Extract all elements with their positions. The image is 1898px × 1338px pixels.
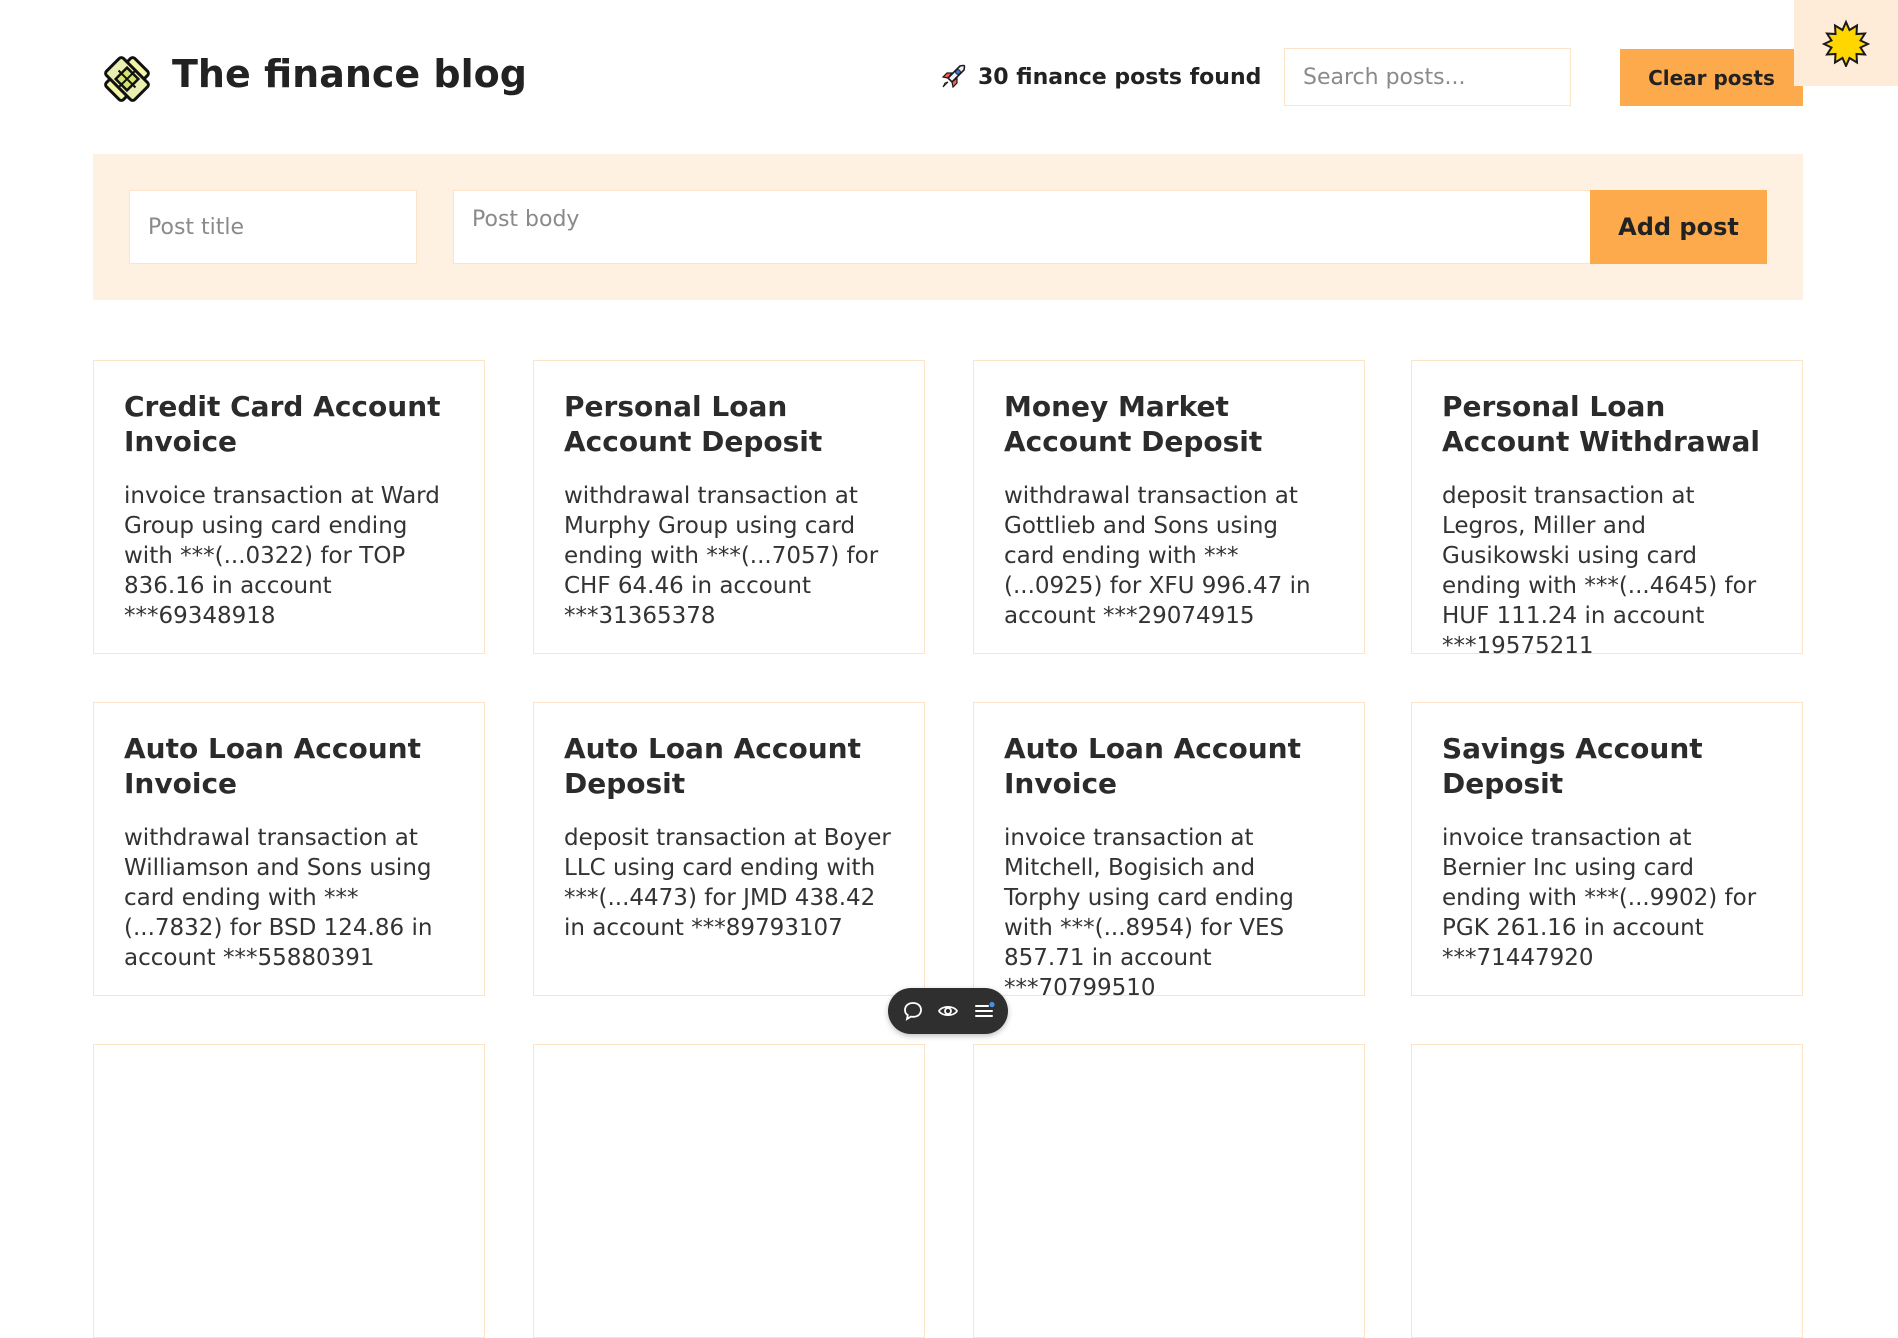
app-logo-icon[interactable] — [96, 48, 158, 110]
search-input[interactable] — [1284, 48, 1571, 106]
post-body: withdrawal transaction at Williamson and… — [124, 825, 433, 971]
post-body: invoice transaction at Ward Group using … — [124, 483, 440, 629]
add-post-button[interactable]: Add post — [1590, 190, 1767, 264]
post-title: Personal Loan Account Withdrawal — [1442, 390, 1761, 458]
header: The finance blog 30 finance posts found … — [0, 0, 1898, 150]
post-body: deposit transaction at Legros, Miller an… — [1442, 483, 1757, 659]
post-title: Money Market Account Deposit — [1004, 390, 1263, 458]
post-title: Personal Loan Account Deposit — [564, 390, 823, 458]
eye-icon[interactable] — [937, 1000, 959, 1022]
theme-toggle-button[interactable] — [1794, 0, 1898, 86]
post-body: invoice transaction at Bernier Inc using… — [1442, 825, 1757, 971]
post-card — [533, 1044, 925, 1338]
post-title: Auto Loan Account Deposit — [564, 732, 861, 800]
post-card: Savings Account Deposit invoice transact… — [1411, 702, 1803, 996]
post-card: Auto Loan Account Invoice invoice transa… — [973, 702, 1365, 1001]
post-title-input[interactable] — [129, 190, 417, 264]
chat-icon[interactable] — [902, 1000, 924, 1022]
post-card — [1411, 1044, 1803, 1338]
posts-found-text: 30 finance posts found — [978, 64, 1262, 90]
post-title: Auto Loan Account Invoice — [124, 732, 421, 800]
rocket-icon — [941, 64, 966, 89]
post-body: invoice transaction at Mitchell, Bogisic… — [1004, 825, 1294, 1001]
post-card: Personal Loan Account Deposit withdrawal… — [533, 360, 925, 654]
post-body: withdrawal transaction at Gottlieb and S… — [1004, 483, 1311, 629]
post-card: Auto Loan Account Invoice withdrawal tra… — [93, 702, 485, 996]
post-card — [973, 1044, 1365, 1338]
add-post-panel: Add post — [93, 154, 1803, 300]
post-body: withdrawal transaction at Murphy Group u… — [564, 483, 879, 629]
post-title: Credit Card Account Invoice — [124, 390, 441, 458]
menu-icon[interactable] — [973, 1000, 995, 1022]
post-card — [93, 1044, 485, 1338]
clear-posts-button[interactable]: Clear posts — [1620, 49, 1803, 106]
post-card: Credit Card Account Invoice invoice tran… — [93, 360, 485, 654]
post-card: Personal Loan Account Withdrawal deposit… — [1411, 360, 1803, 659]
sun-icon — [1822, 19, 1870, 67]
site-title: The finance blog — [172, 52, 527, 96]
floating-toolbar — [888, 988, 1008, 1034]
post-title: Auto Loan Account Invoice — [1004, 732, 1301, 800]
post-body: deposit transaction at Boyer LLC using c… — [564, 825, 891, 941]
posts-found-status: 30 finance posts found — [938, 62, 1261, 92]
post-body-input[interactable] — [453, 190, 1647, 264]
post-card: Auto Loan Account Deposit deposit transa… — [533, 702, 925, 996]
post-card: Money Market Account Deposit withdrawal … — [973, 360, 1365, 654]
post-title: Savings Account Deposit — [1442, 732, 1703, 800]
